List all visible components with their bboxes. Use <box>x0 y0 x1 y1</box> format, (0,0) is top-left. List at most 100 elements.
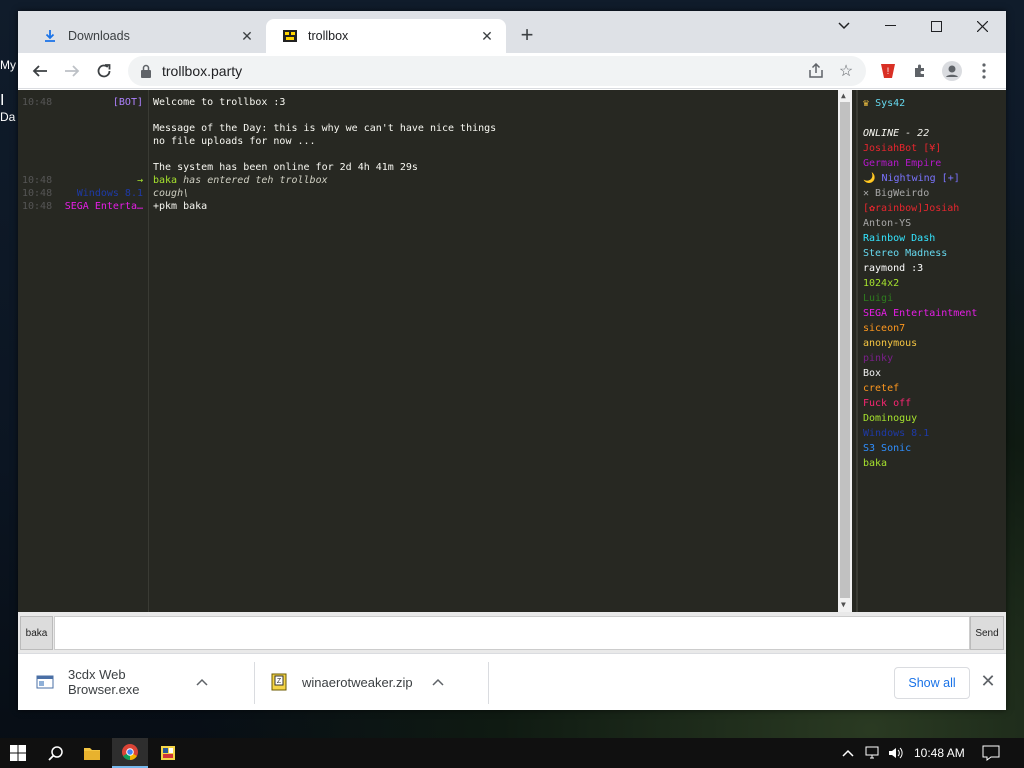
message-time: 10:48 <box>22 188 53 199</box>
minimize-button[interactable] <box>867 11 913 41</box>
zip-file-icon: Z <box>271 673 287 691</box>
svg-text:Z: Z <box>277 678 282 685</box>
lock-icon <box>141 64 151 78</box>
user-list-item[interactable]: Windows 8.1 <box>858 426 1006 441</box>
search-button[interactable] <box>38 738 74 768</box>
chrome-icon <box>122 744 138 760</box>
tab-title: Downloads <box>68 29 130 43</box>
app-taskbar-button[interactable] <box>150 738 186 768</box>
reload-button[interactable] <box>90 57 118 85</box>
new-tab-button[interactable]: + <box>516 24 538 47</box>
message-text: cough\ <box>153 188 190 199</box>
profile-avatar-icon[interactable] <box>938 57 966 85</box>
user-list-item[interactable]: anonymous <box>858 336 1006 351</box>
nickname-button[interactable]: baka <box>20 616 53 650</box>
download-file-name: 3cdx Web Browser.exe <box>68 667 140 697</box>
notifications-icon[interactable] <box>982 738 1000 768</box>
volume-icon[interactable] <box>888 738 904 768</box>
tab-title: trollbox <box>308 29 349 43</box>
user-list-item[interactable]: German Empire <box>858 156 1006 171</box>
message-text: no file uploads for now ... <box>153 136 316 147</box>
close-tab-icon[interactable]: ✕ <box>478 27 496 45</box>
user-list-item[interactable]: Luigi <box>858 291 1006 306</box>
chat-scrollbar[interactable]: ▲ ▼ <box>838 90 852 612</box>
message-text: Message of the Day: this is why we can't… <box>153 123 497 134</box>
chrome-taskbar-button[interactable] <box>112 738 148 768</box>
user-list-item[interactable]: Stereo Madness <box>858 246 1006 261</box>
user-list: JosiahBot [¥] German Empire 🌙 Nightwing [+… <box>858 141 1006 471</box>
download-file-name: winaerotweaker.zip <box>302 674 413 690</box>
download-icon <box>42 28 58 44</box>
chat-message: 10:48 [BOT] Welcome to trollbox :3 <box>18 97 838 110</box>
user-list-item[interactable]: Rainbow Dash <box>858 231 1006 246</box>
extensions-puzzle-icon[interactable] <box>906 57 934 85</box>
download-item[interactable]: 3cdx Web Browser.exe <box>36 664 208 700</box>
tab-strip: Downloads ✕ trollbox ✕ + <box>18 11 1006 53</box>
desktop-icon-label[interactable]: Da <box>0 110 18 156</box>
user-list-item[interactable]: baka <box>858 456 1006 471</box>
join-arrow-icon: → <box>136 175 143 186</box>
join-text: has entered teh trollbox <box>177 175 328 186</box>
start-button[interactable] <box>0 738 36 768</box>
user-list-item[interactable]: Anton-YS <box>858 216 1006 231</box>
close-tab-icon[interactable]: ✕ <box>238 27 256 45</box>
user-list-item[interactable]: 1024x2 <box>858 276 1006 291</box>
message-input[interactable] <box>54 616 970 650</box>
back-button[interactable] <box>26 57 54 85</box>
message-nick: [BOT] <box>112 97 143 108</box>
desktop-icons: My I Da <box>0 58 18 156</box>
browser-window: Downloads ✕ trollbox ✕ + trollbox.party … <box>18 11 1006 710</box>
scroll-up-icon[interactable]: ▲ <box>841 91 846 100</box>
exe-file-icon <box>36 675 54 689</box>
user-list-item[interactable]: 🌙 Nightwing [+] <box>858 171 1006 186</box>
message-text: The system has been online for 2d 4h 41m… <box>153 162 418 173</box>
address-bar[interactable]: trollbox.party ☆ <box>128 56 866 86</box>
extension-red-icon[interactable]: ! <box>874 57 902 85</box>
tab-downloads[interactable]: Downloads ✕ <box>26 19 266 53</box>
user-list-item[interactable]: raymond :3 <box>858 261 1006 276</box>
svg-text:!: ! <box>887 66 890 76</box>
scrollbar-thumb[interactable] <box>840 102 850 598</box>
close-downloads-icon[interactable]: ✕ <box>978 671 998 691</box>
download-item[interactable]: Z winaerotweaker.zip <box>270 664 444 700</box>
user-list-item[interactable]: S3 Sonic <box>858 441 1006 456</box>
browser-toolbar: trollbox.party ☆ ! <box>18 53 1006 89</box>
show-all-button[interactable]: Show all <box>894 667 970 699</box>
tray-overflow-icon[interactable] <box>842 738 854 768</box>
chevron-up-icon[interactable] <box>196 675 208 689</box>
app-window-icon <box>161 746 175 760</box>
chat-message: The system has been online for 2d 4h 41m… <box>18 162 838 175</box>
bookmark-star-icon[interactable]: ☆ <box>836 61 856 81</box>
user-list-item[interactable]: Box <box>858 366 1006 381</box>
tab-trollbox[interactable]: trollbox ✕ <box>266 19 506 53</box>
send-button[interactable]: Send <box>970 616 1004 650</box>
user-list-item[interactable]: Fuck off <box>858 396 1006 411</box>
close-window-button[interactable] <box>959 11 1005 41</box>
download-separator <box>488 662 489 704</box>
user-list-item[interactable]: JosiahBot [¥] <box>858 141 1006 156</box>
user-list-item[interactable]: cretef <box>858 381 1006 396</box>
chevron-up-icon[interactable] <box>432 675 444 689</box>
menu-kebab-icon[interactable] <box>970 57 998 85</box>
file-explorer-button[interactable] <box>74 738 110 768</box>
message-time: 10:48 <box>22 175 53 186</box>
forward-button[interactable] <box>58 57 86 85</box>
network-icon[interactable] <box>864 738 880 768</box>
clock[interactable]: 10:48 AM <box>914 738 965 768</box>
user-list-item[interactable]: pinky <box>858 351 1006 366</box>
scroll-down-icon[interactable]: ▼ <box>841 600 846 609</box>
message-nick: SEGA Enterta… <box>64 201 143 212</box>
user-list-item[interactable]: siceon7 <box>858 321 1006 336</box>
user-list-item[interactable]: [✿rainbow]Josiah <box>858 201 1006 216</box>
maximize-button[interactable] <box>913 11 959 41</box>
user-list-item[interactable]: ✕ BigWeirdo <box>858 186 1006 201</box>
folder-icon <box>84 748 100 760</box>
trollbox-favicon-icon <box>282 28 298 44</box>
share-icon[interactable] <box>806 61 826 81</box>
top-user[interactable]: ♛ Sys42 <box>858 96 1006 111</box>
user-list-item[interactable]: SEGA Entertaintment <box>858 306 1006 321</box>
user-list-item[interactable]: Dominoguy <box>858 411 1006 426</box>
tab-search-icon[interactable] <box>821 11 867 41</box>
message-text: baka has entered teh trollbox <box>153 175 328 186</box>
online-count: ONLINE - 22 <box>863 128 930 139</box>
